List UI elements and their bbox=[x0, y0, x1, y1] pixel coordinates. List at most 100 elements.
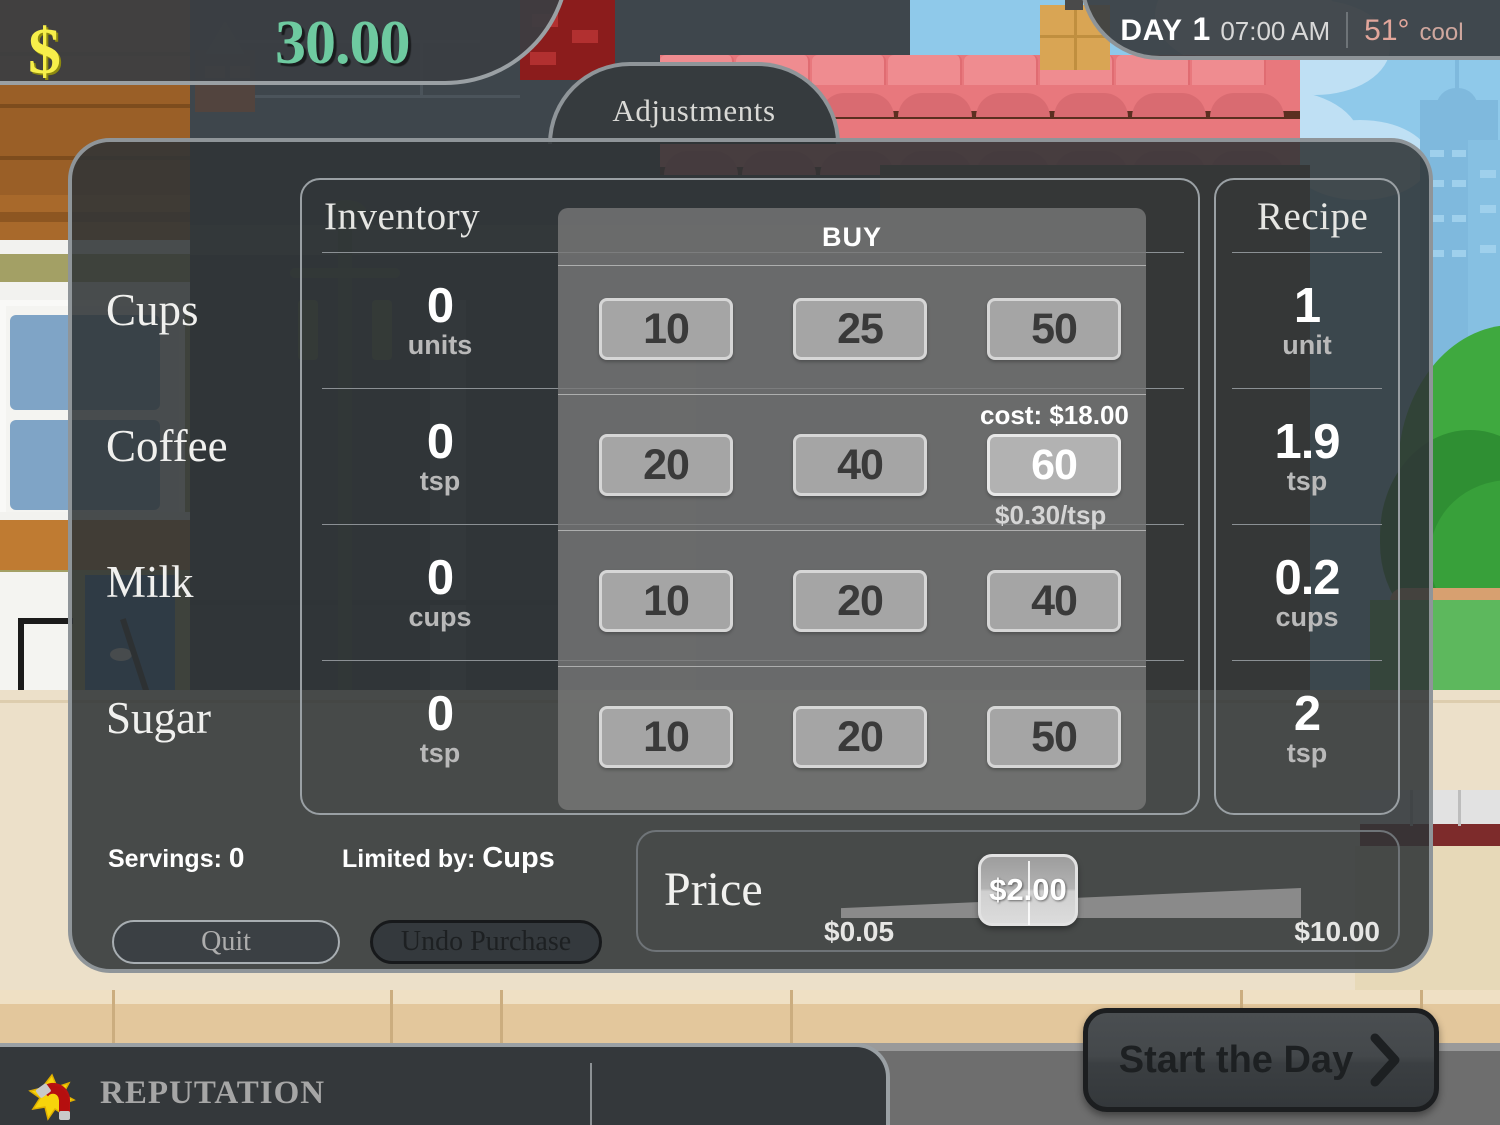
price-min-label: $0.05 bbox=[824, 916, 895, 947]
skyline-window bbox=[1480, 170, 1496, 178]
skyline-window bbox=[1452, 250, 1466, 257]
buy-coffee-60[interactable]: 60 bbox=[987, 434, 1121, 496]
recipe-sugar-value: 2 bbox=[1293, 687, 1321, 741]
recipe-sugar: 2 tsp bbox=[1224, 687, 1390, 768]
day-status-bar: DAY 1 07:00 AM 51° cool bbox=[1080, 0, 1500, 60]
inventory-cups: 0 units bbox=[350, 279, 530, 360]
recipe-coffee-unit: tsp bbox=[1286, 466, 1328, 496]
skyline-window bbox=[1480, 205, 1496, 213]
weather-word: cool bbox=[1419, 19, 1464, 46]
money-value: 30.00 bbox=[275, 9, 410, 77]
servings-readout: Servings: 0 bbox=[108, 842, 244, 874]
skyline-window bbox=[1452, 180, 1466, 187]
ingredient-name-sugar: Sugar bbox=[106, 693, 211, 743]
divider bbox=[558, 265, 1146, 266]
price-max-label: $10.00 bbox=[1294, 916, 1380, 947]
buy-sugar-10[interactable]: 10 bbox=[599, 706, 733, 768]
start-the-day-button[interactable]: Start the Day bbox=[1083, 1008, 1439, 1112]
buy-milk-20[interactable]: 20 bbox=[793, 570, 927, 632]
buy-cups-50[interactable]: 50 bbox=[987, 298, 1121, 360]
buy-coffee-cost-tooltip: cost: $18.00 bbox=[980, 400, 1129, 430]
limited-by-readout: Limited by: Cups bbox=[342, 842, 555, 875]
limited-by-value: Cups bbox=[482, 842, 555, 874]
recipe-coffee-value: 1.9 bbox=[1274, 415, 1340, 469]
skyline-window bbox=[1480, 245, 1496, 253]
inventory-sugar: 0 tsp bbox=[350, 687, 530, 768]
inventory-coffee-value: 0 bbox=[426, 415, 454, 469]
buy-panel: BUY 10 25 50 20 40 60 cost: $18.00 $0.30… bbox=[558, 208, 1146, 810]
recipe-cups-value: 1 bbox=[1293, 279, 1321, 333]
ingredient-name-coffee: Coffee bbox=[106, 421, 228, 471]
inventory-milk: 0 cups bbox=[350, 551, 530, 632]
price-current-value: $2.00 bbox=[989, 872, 1067, 907]
divider bbox=[558, 666, 1146, 667]
recipe-cups-unit: unit bbox=[1282, 330, 1332, 360]
buy-milk-40[interactable]: 40 bbox=[987, 570, 1121, 632]
recipe-milk: 0.2 cups bbox=[1224, 551, 1390, 632]
adjustments-panel: Inventory Recipe Cups Coffee Milk Sugar … bbox=[68, 138, 1433, 973]
chimney-pipe bbox=[1065, 0, 1083, 10]
recipe-coffee: 1.9 tsp bbox=[1224, 415, 1390, 496]
quit-button-label: Quit bbox=[201, 926, 251, 957]
inventory-coffee-unit: tsp bbox=[419, 466, 461, 496]
divider bbox=[1346, 11, 1349, 48]
recipe-cups: 1 unit bbox=[1224, 279, 1390, 360]
game-screen: $ 30.00 DAY 1 07:00 AM 51° cool Adjustme… bbox=[0, 0, 1500, 1125]
undo-purchase-button[interactable]: Undo Purchase bbox=[370, 920, 602, 964]
limited-by-label: Limited by: bbox=[342, 845, 476, 873]
divider bbox=[1232, 252, 1382, 253]
buy-coffee-20[interactable]: 20 bbox=[599, 434, 733, 496]
quit-button[interactable]: Quit bbox=[112, 920, 340, 964]
price-slider-section: Price $0.05 $10.00 $2.00 bbox=[636, 830, 1400, 952]
ingredient-name-milk: Milk bbox=[106, 557, 194, 607]
inventory-sugar-unit: tsp bbox=[419, 738, 461, 768]
ingredient-name-cups: Cups bbox=[106, 285, 199, 335]
inventory-cups-value: 0 bbox=[426, 279, 454, 333]
buy-sugar-20[interactable]: 20 bbox=[793, 706, 927, 768]
money-hud: $ 30.00 bbox=[0, 0, 570, 88]
price-slider-handle[interactable]: $2.00 bbox=[978, 854, 1078, 926]
day-label: DAY bbox=[1120, 14, 1183, 47]
day-number: 1 bbox=[1192, 11, 1211, 47]
start-the-day-label: Start the Day bbox=[1118, 1038, 1354, 1081]
skyline-window bbox=[1452, 150, 1466, 157]
divider bbox=[1232, 388, 1382, 389]
clock-time: 07:00 AM bbox=[1220, 16, 1331, 46]
skyline-window bbox=[1430, 150, 1444, 157]
price-label: Price bbox=[664, 863, 763, 916]
temperature-value: 51° bbox=[1364, 14, 1410, 47]
magnet-icon bbox=[28, 1073, 76, 1121]
recipe-sugar-unit: tsp bbox=[1286, 738, 1328, 768]
buy-title: BUY bbox=[821, 222, 882, 252]
reputation-label: REPUTATION bbox=[100, 1075, 326, 1111]
inventory-title: Inventory bbox=[324, 195, 481, 238]
buy-coffee-40[interactable]: 40 bbox=[793, 434, 927, 496]
inventory-milk-value: 0 bbox=[426, 551, 454, 605]
buy-sugar-50[interactable]: 50 bbox=[987, 706, 1121, 768]
divider bbox=[1232, 660, 1382, 661]
recipe-title: Recipe bbox=[1257, 195, 1369, 238]
servings-value: 0 bbox=[228, 842, 245, 873]
divider bbox=[558, 394, 1146, 395]
inventory-coffee: 0 tsp bbox=[350, 415, 530, 496]
dollar-sign-icon: $ bbox=[28, 15, 61, 88]
buy-coffee-unit-price: $0.30/tsp bbox=[995, 500, 1107, 530]
tab-adjustments-label: Adjustments bbox=[612, 93, 776, 128]
chevron-right-icon bbox=[1370, 1033, 1400, 1087]
inventory-sugar-value: 0 bbox=[426, 687, 454, 741]
tab-adjustments[interactable]: Adjustments bbox=[548, 62, 840, 144]
inventory-milk-unit: cups bbox=[408, 602, 472, 632]
undo-purchase-label: Undo Purchase bbox=[400, 926, 572, 957]
divider bbox=[1232, 524, 1382, 525]
servings-label: Servings: bbox=[108, 845, 222, 873]
skyline-spire bbox=[1455, 58, 1459, 90]
recipe-milk-unit: cups bbox=[1275, 602, 1339, 632]
buy-milk-10[interactable]: 10 bbox=[599, 570, 733, 632]
recipe-milk-value: 0.2 bbox=[1274, 551, 1340, 605]
buy-cups-10[interactable]: 10 bbox=[599, 298, 733, 360]
skyline-window bbox=[1452, 215, 1466, 222]
reputation-bar: REPUTATION bbox=[0, 1043, 890, 1125]
buy-cups-25[interactable]: 25 bbox=[793, 298, 927, 360]
divider bbox=[590, 1063, 592, 1125]
inventory-cups-unit: units bbox=[407, 330, 473, 360]
